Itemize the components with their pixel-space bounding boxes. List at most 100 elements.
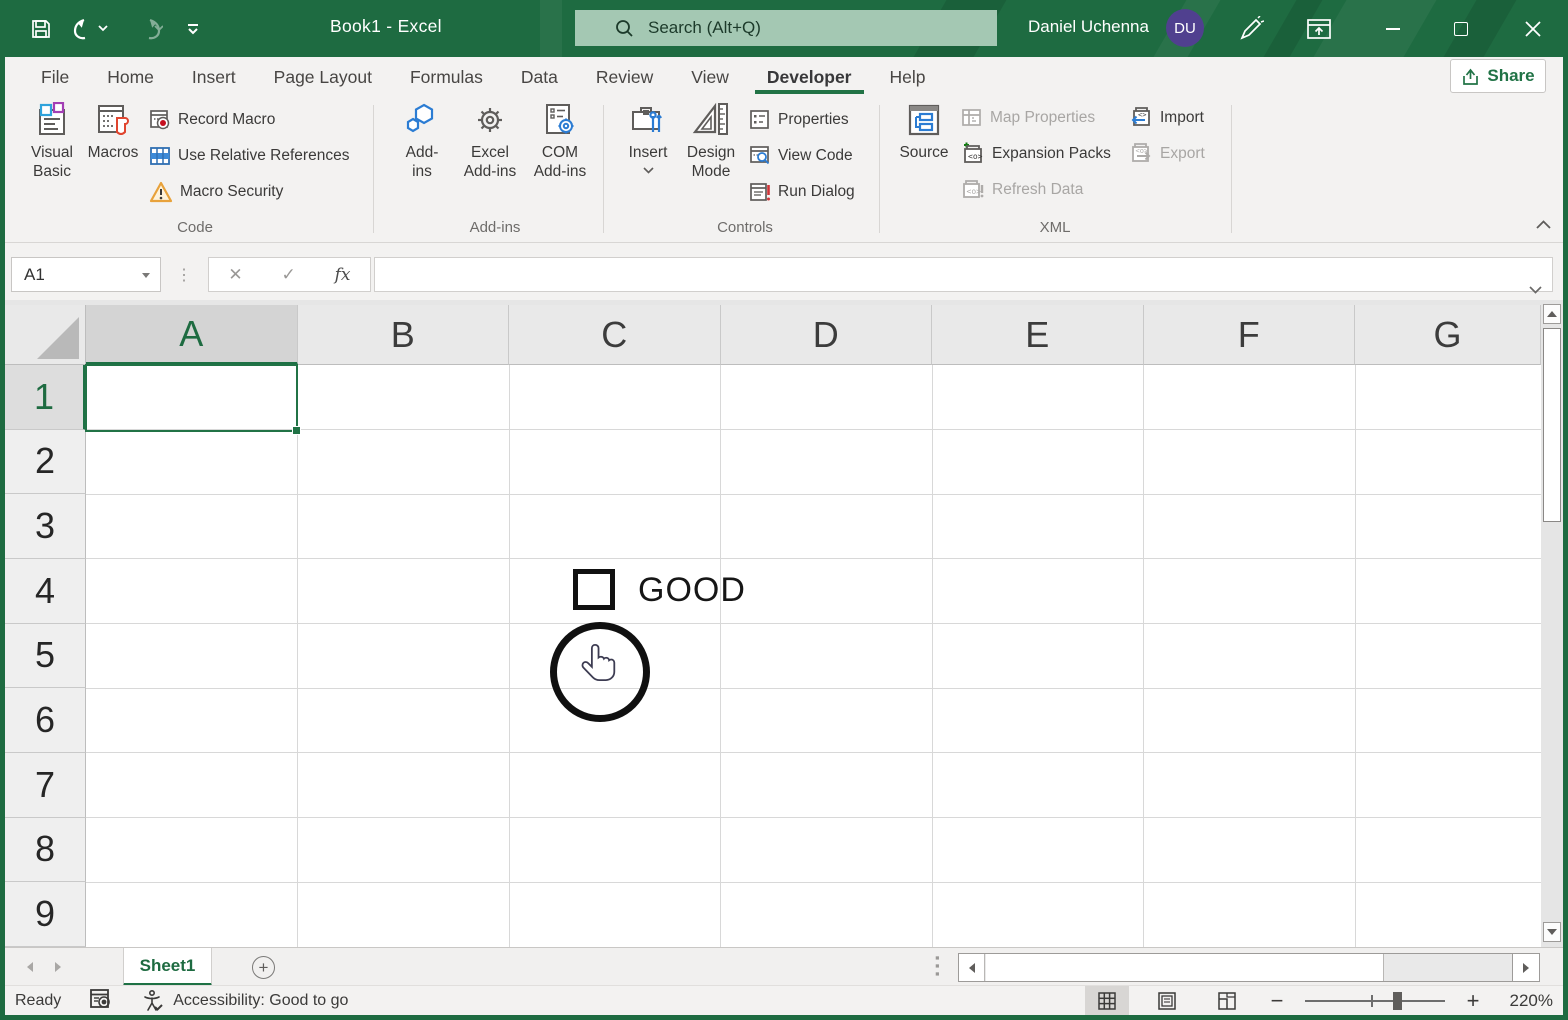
tab-data[interactable]: Data [502, 57, 577, 97]
ribbon: Visual Basic Macros Record Macro Use Rel… [5, 97, 1563, 243]
tab-file[interactable]: File [22, 57, 88, 97]
ribbon-display-options-icon[interactable] [1296, 0, 1342, 57]
expand-formula-bar-icon[interactable] [1529, 282, 1542, 297]
customize-qat-icon[interactable] [178, 14, 208, 44]
accessibility-status[interactable]: Accessibility: Good to go [141, 989, 348, 1013]
column-header-g[interactable]: G [1355, 305, 1541, 365]
window-frame-left [0, 57, 5, 1020]
run-dialog-button[interactable]: Run Dialog [749, 177, 855, 207]
cancel-icon[interactable]: ✕ [228, 265, 242, 285]
sheet-tab-sheet1[interactable]: Sheet1 [123, 948, 212, 986]
share-button[interactable]: Share [1450, 59, 1546, 93]
properties-button[interactable]: Properties [749, 105, 849, 135]
column-header-d[interactable]: D [720, 305, 932, 365]
next-sheet-icon[interactable] [55, 962, 61, 972]
search-input[interactable]: Search (Alt+Q) [575, 10, 997, 46]
row-header-9[interactable]: 9 [5, 882, 86, 947]
form-checkbox-label: GOOD [638, 571, 746, 609]
name-box[interactable]: A1 [11, 257, 161, 292]
row-header-2[interactable]: 2 [5, 429, 86, 495]
prev-sheet-icon[interactable] [27, 962, 33, 972]
macros-button[interactable]: Macros [87, 102, 139, 162]
maximize-button[interactable] [1438, 0, 1484, 57]
normal-view-button[interactable] [1085, 986, 1129, 1016]
scroll-up-button[interactable] [1543, 304, 1561, 324]
tab-formulas[interactable]: Formulas [391, 57, 502, 97]
form-checkbox[interactable] [573, 569, 615, 610]
row-header-3[interactable]: 3 [5, 494, 86, 559]
run-dialog-label: Run Dialog [778, 183, 855, 200]
vertical-scrollbar-thumb[interactable] [1543, 328, 1561, 522]
formula-input[interactable] [374, 257, 1553, 294]
view-code-label: View Code [778, 147, 853, 164]
add-ins-button[interactable]: Add- ins [395, 102, 449, 181]
avatar[interactable]: DU [1166, 9, 1204, 47]
record-macro-button[interactable]: Record Macro [149, 105, 275, 135]
page-layout-view-button[interactable] [1145, 986, 1189, 1016]
visual-basic-button[interactable]: Visual Basic [23, 102, 81, 181]
chevron-down-icon [642, 167, 654, 174]
group-separator [879, 105, 880, 233]
worksheet-cells[interactable] [86, 365, 1541, 947]
zoom-in-button[interactable]: + [1461, 988, 1485, 1014]
view-code-button[interactable]: View Code [749, 141, 853, 171]
column-header-a[interactable]: A [86, 305, 298, 365]
row-header-4[interactable]: 4 [5, 558, 86, 624]
column-header-f[interactable]: F [1143, 305, 1355, 365]
design-mode-button[interactable]: Design Mode [681, 102, 741, 181]
tab-insert[interactable]: Insert [173, 57, 255, 97]
name-box-dropdown-icon[interactable] [142, 273, 150, 278]
zoom-slider[interactable] [1305, 986, 1445, 1016]
scroll-right-button[interactable] [1512, 953, 1540, 982]
visual-basic-icon [39, 102, 65, 135]
row-header-7[interactable]: 7 [5, 752, 86, 818]
new-sheet-button[interactable]: + [252, 956, 275, 979]
row-header-5[interactable]: 5 [5, 623, 86, 689]
column-header-c[interactable]: C [509, 305, 721, 365]
enter-icon[interactable]: ✓ [282, 265, 296, 285]
tab-help[interactable]: Help [871, 57, 945, 97]
search-icon [616, 19, 633, 37]
row-header-1[interactable]: 1 [5, 365, 86, 430]
controls-group-label: Controls [717, 219, 773, 236]
scroll-left-button[interactable] [959, 954, 985, 981]
select-all-corner[interactable] [5, 305, 86, 365]
tab-page-layout[interactable]: Page Layout [255, 57, 391, 97]
vertical-scrollbar[interactable] [1541, 300, 1563, 947]
tab-developer[interactable]: Developer [748, 57, 871, 97]
horizontal-splitter[interactable]: ▪ ▪ ▪ [935, 951, 940, 980]
zoom-out-button[interactable]: − [1265, 988, 1289, 1014]
expansion-packs-button[interactable]: <o> Expansion Packs [961, 139, 1111, 169]
undo-icon[interactable] [70, 14, 110, 44]
page-break-preview-button[interactable] [1205, 986, 1249, 1016]
row-header-6[interactable]: 6 [5, 688, 86, 753]
column-header-b[interactable]: B [297, 305, 509, 365]
formula-bar-splitter[interactable]: ⋮ [176, 257, 192, 292]
zoom-level[interactable]: 220% [1501, 991, 1553, 1011]
macro-record-icon[interactable] [89, 988, 113, 1015]
tab-review[interactable]: Review [577, 57, 672, 97]
horizontal-scrollbar[interactable] [958, 953, 1514, 982]
save-icon[interactable] [26, 14, 56, 44]
minimize-button[interactable] [1370, 0, 1416, 57]
com-add-ins-button[interactable]: COM Add-ins [527, 102, 593, 181]
laser-pen-icon[interactable] [1228, 0, 1274, 57]
fill-handle[interactable] [292, 426, 301, 435]
zoom-slider-handle[interactable] [1393, 992, 1402, 1010]
tab-view[interactable]: View [672, 57, 748, 97]
use-relative-references-button[interactable]: Use Relative References [149, 141, 349, 171]
collapse-ribbon-icon[interactable] [1536, 216, 1551, 232]
close-button[interactable] [1510, 0, 1556, 57]
horizontal-scrollbar-thumb[interactable] [986, 954, 1384, 981]
row-header-8[interactable]: 8 [5, 817, 86, 883]
import-button[interactable]: <> Import [1129, 103, 1204, 133]
macro-security-button[interactable]: Macro Security [149, 177, 283, 207]
insert-function-icon[interactable]: fx [335, 265, 351, 285]
column-header-e[interactable]: E [932, 305, 1144, 365]
scroll-down-button[interactable] [1543, 922, 1561, 942]
source-button[interactable]: Source [895, 102, 953, 162]
excel-add-ins-button[interactable]: Excel Add-ins [457, 102, 523, 181]
insert-control-button[interactable]: Insert [621, 102, 675, 174]
tab-home[interactable]: Home [88, 57, 173, 97]
name-box-value: A1 [24, 264, 45, 284]
